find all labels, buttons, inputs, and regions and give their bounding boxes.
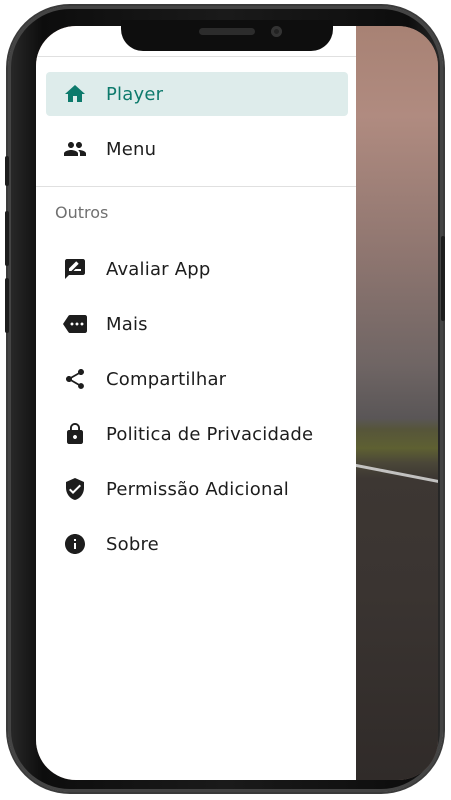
verified-shield-icon xyxy=(63,477,87,501)
home-icon xyxy=(63,82,87,106)
drawer-item-label: Mais xyxy=(106,313,148,335)
drawer-item-menu[interactable]: Menu xyxy=(46,127,348,171)
drawer-item-sobre[interactable]: Sobre xyxy=(46,522,348,566)
phone-screen: Player Menu Outros Avaliar App Mais Comp… xyxy=(36,26,438,780)
drawer-item-avaliar-app[interactable]: Avaliar App xyxy=(46,247,348,291)
drawer-header-divider xyxy=(36,56,356,57)
section-divider xyxy=(36,186,356,187)
front-camera xyxy=(271,26,282,37)
drawer-item-label: Player xyxy=(106,83,164,105)
phone-side-button xyxy=(5,156,9,186)
drawer-item-label: Sobre xyxy=(106,533,159,555)
more-tag-icon xyxy=(63,312,87,336)
phone-power-button xyxy=(441,236,445,321)
lock-icon xyxy=(63,422,87,446)
drawer-item-label: Politica de Privacidade xyxy=(106,423,314,445)
drawer-item-label: Permissão Adicional xyxy=(106,478,290,500)
rate-review-icon xyxy=(63,257,87,281)
drawer-item-label: Avaliar App xyxy=(106,258,211,280)
phone-volume-up-button xyxy=(5,211,9,266)
phone-notch xyxy=(121,20,333,51)
section-title-outros: Outros xyxy=(55,203,109,222)
drawer-item-compartilhar[interactable]: Compartilhar xyxy=(46,357,348,401)
share-icon xyxy=(63,367,87,391)
speaker-grille xyxy=(199,28,255,35)
navigation-drawer: Player Menu Outros Avaliar App Mais Comp… xyxy=(36,26,356,780)
drawer-item-mais[interactable]: Mais xyxy=(46,302,348,346)
people-icon xyxy=(63,137,87,161)
phone-frame: Player Menu Outros Avaliar App Mais Comp… xyxy=(5,6,445,792)
drawer-item-player[interactable]: Player xyxy=(46,72,348,116)
drawer-item-permissao-adicional[interactable]: Permissão Adicional xyxy=(46,467,348,511)
drawer-item-politica-de-privacidade[interactable]: Politica de Privacidade xyxy=(46,412,348,456)
drawer-item-label: Menu xyxy=(106,138,157,160)
info-icon xyxy=(63,532,87,556)
drawer-item-label: Compartilhar xyxy=(106,368,227,390)
phone-volume-down-button xyxy=(5,278,9,333)
